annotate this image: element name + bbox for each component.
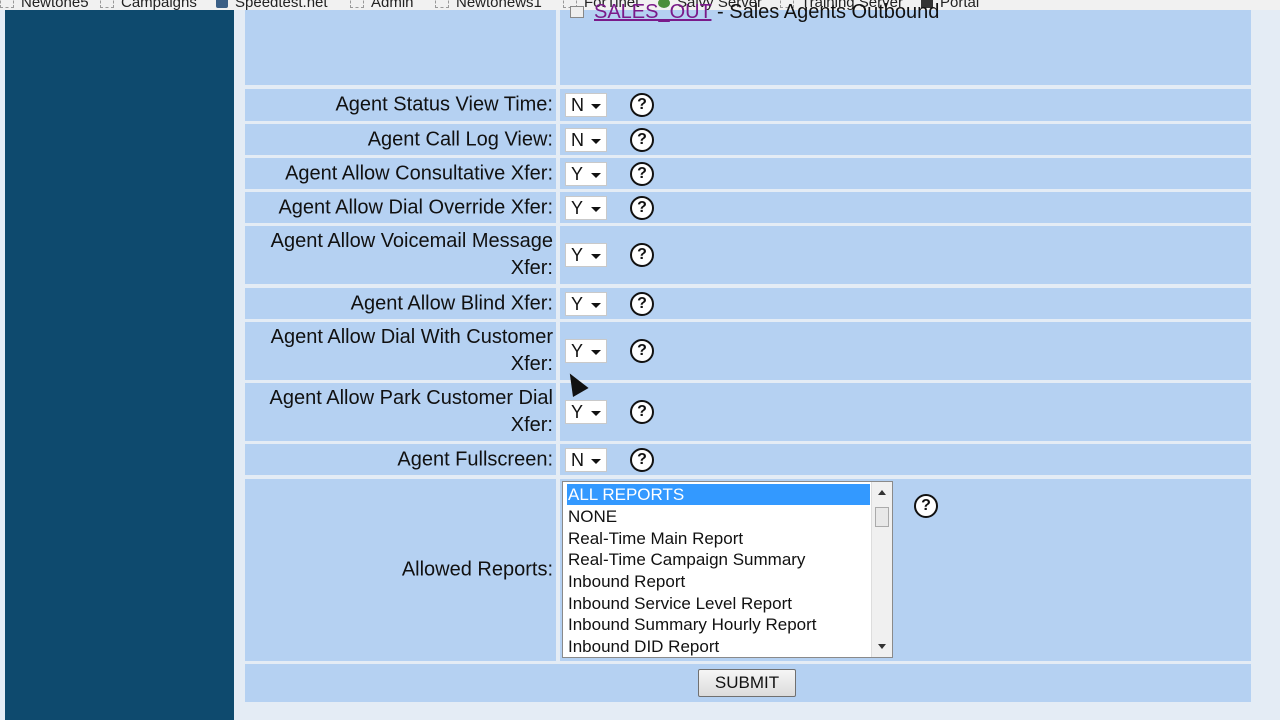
setting-label: Agent Call Log View:	[367, 128, 553, 150]
campaign-link[interactable]: SALES_OUT	[594, 1, 711, 23]
allowed-reports-listbox[interactable]: ALL REPORTS NONE Real-Time Main Report R…	[562, 481, 893, 658]
chevron-down-icon	[591, 302, 601, 308]
chevron-down-icon	[591, 172, 601, 178]
listbox-scrollbar[interactable]	[871, 482, 892, 657]
left-sidebar	[5, 10, 234, 720]
submit-row: SUBMIT	[245, 664, 1251, 702]
submit-button[interactable]: SUBMIT	[698, 669, 796, 697]
setting-label: Agent Allow Blind Xfer:	[350, 292, 553, 314]
setting-row-consultative-xfer: Agent Allow Consultative Xfer: Y?	[245, 158, 1251, 189]
setting-row-voicemail-xfer: Agent Allow Voicemail Message Xfer: Y?	[245, 226, 1251, 284]
scroll-up-icon[interactable]	[878, 490, 886, 495]
campaign-checkbox[interactable]	[570, 6, 584, 18]
chevron-down-icon	[591, 206, 601, 212]
help-icon[interactable]: ?	[630, 93, 654, 117]
setting-select[interactable]: N	[565, 447, 607, 472]
setting-row-dial-with-customer-xfer: Agent Allow Dial With Customer Xfer: Y?	[245, 322, 1251, 380]
scroll-thumb[interactable]	[875, 507, 889, 527]
report-option[interactable]: Real-Time Campaign Summary	[567, 549, 805, 570]
folder-icon	[350, 0, 364, 8]
setting-select[interactable]: Y	[565, 161, 607, 186]
setting-label: Agent Fullscreen:	[397, 448, 553, 470]
setting-label: Agent Status View Time:	[335, 93, 553, 116]
report-option[interactable]: NONE	[567, 506, 617, 527]
setting-select[interactable]: Y	[565, 339, 607, 363]
setting-select[interactable]: Y	[565, 291, 607, 316]
chevron-down-icon	[591, 350, 601, 355]
report-option[interactable]: Inbound DID Report	[567, 636, 719, 657]
setting-select[interactable]: Y	[565, 243, 607, 267]
setting-label: Agent Allow Park Customer Dial Xfer:	[269, 387, 553, 436]
setting-row-fullscreen: Agent Fullscreen: N?	[245, 444, 1251, 475]
report-option[interactable]: Real-Time Main Report	[567, 528, 743, 549]
scroll-down-icon[interactable]	[878, 644, 886, 649]
setting-label: Agent Allow Voicemail Message Xfer:	[270, 230, 553, 279]
setting-row-dial-override-xfer: Agent Allow Dial Override Xfer: Y?	[245, 192, 1251, 223]
chevron-down-icon	[591, 411, 601, 416]
help-icon[interactable]: ?	[914, 494, 938, 518]
report-option[interactable]: Inbound Summary Hourly Report	[567, 614, 817, 635]
campaigns-label-cell	[245, 10, 556, 85]
setting-label: Agent Allow Dial Override Xfer:	[278, 196, 553, 218]
setting-select[interactable]: Y	[565, 400, 607, 424]
setting-select[interactable]: N	[565, 127, 607, 152]
help-icon[interactable]: ?	[630, 195, 654, 220]
chevron-down-icon	[591, 104, 601, 109]
setting-row-park-customer-dial-xfer: Agent Allow Park Customer Dial Xfer: Y?	[245, 383, 1251, 441]
chevron-down-icon	[591, 458, 601, 464]
setting-label: Agent Allow Dial With Customer Xfer:	[270, 326, 553, 375]
help-icon[interactable]: ?	[630, 291, 654, 316]
setting-label: Allowed Reports:	[401, 558, 553, 581]
report-option[interactable]: Inbound Service Level Report	[567, 593, 792, 614]
folder-icon	[435, 0, 449, 8]
help-icon[interactable]: ?	[630, 339, 654, 363]
chevron-down-icon	[591, 138, 601, 144]
help-icon[interactable]: ?	[630, 127, 654, 152]
setting-select[interactable]: Y	[565, 195, 607, 220]
help-icon[interactable]: ?	[630, 447, 654, 472]
speedtest-icon	[216, 0, 228, 8]
help-icon[interactable]: ?	[630, 243, 654, 267]
report-option[interactable]: Inbound Report	[567, 571, 685, 592]
report-option[interactable]: ALL REPORTS	[567, 484, 870, 505]
folder-icon	[0, 0, 14, 8]
help-icon[interactable]: ?	[630, 161, 654, 186]
setting-row-call-log-view: Agent Call Log View: N?	[245, 124, 1251, 155]
campaign-name: Sales Agents Outbound	[729, 1, 940, 23]
chevron-down-icon	[591, 254, 601, 259]
setting-row-status-view-time: Agent Status View Time: N?	[245, 89, 1251, 121]
help-icon[interactable]: ?	[630, 400, 654, 424]
setting-select[interactable]: N	[565, 93, 607, 117]
setting-label: Agent Allow Consultative Xfer:	[285, 162, 553, 184]
setting-row-blind-xfer: Agent Allow Blind Xfer: Y?	[245, 288, 1251, 319]
folder-icon	[100, 0, 114, 8]
campaign-entry: SALES_OUT - Sales Agents Outbound	[570, 2, 939, 22]
